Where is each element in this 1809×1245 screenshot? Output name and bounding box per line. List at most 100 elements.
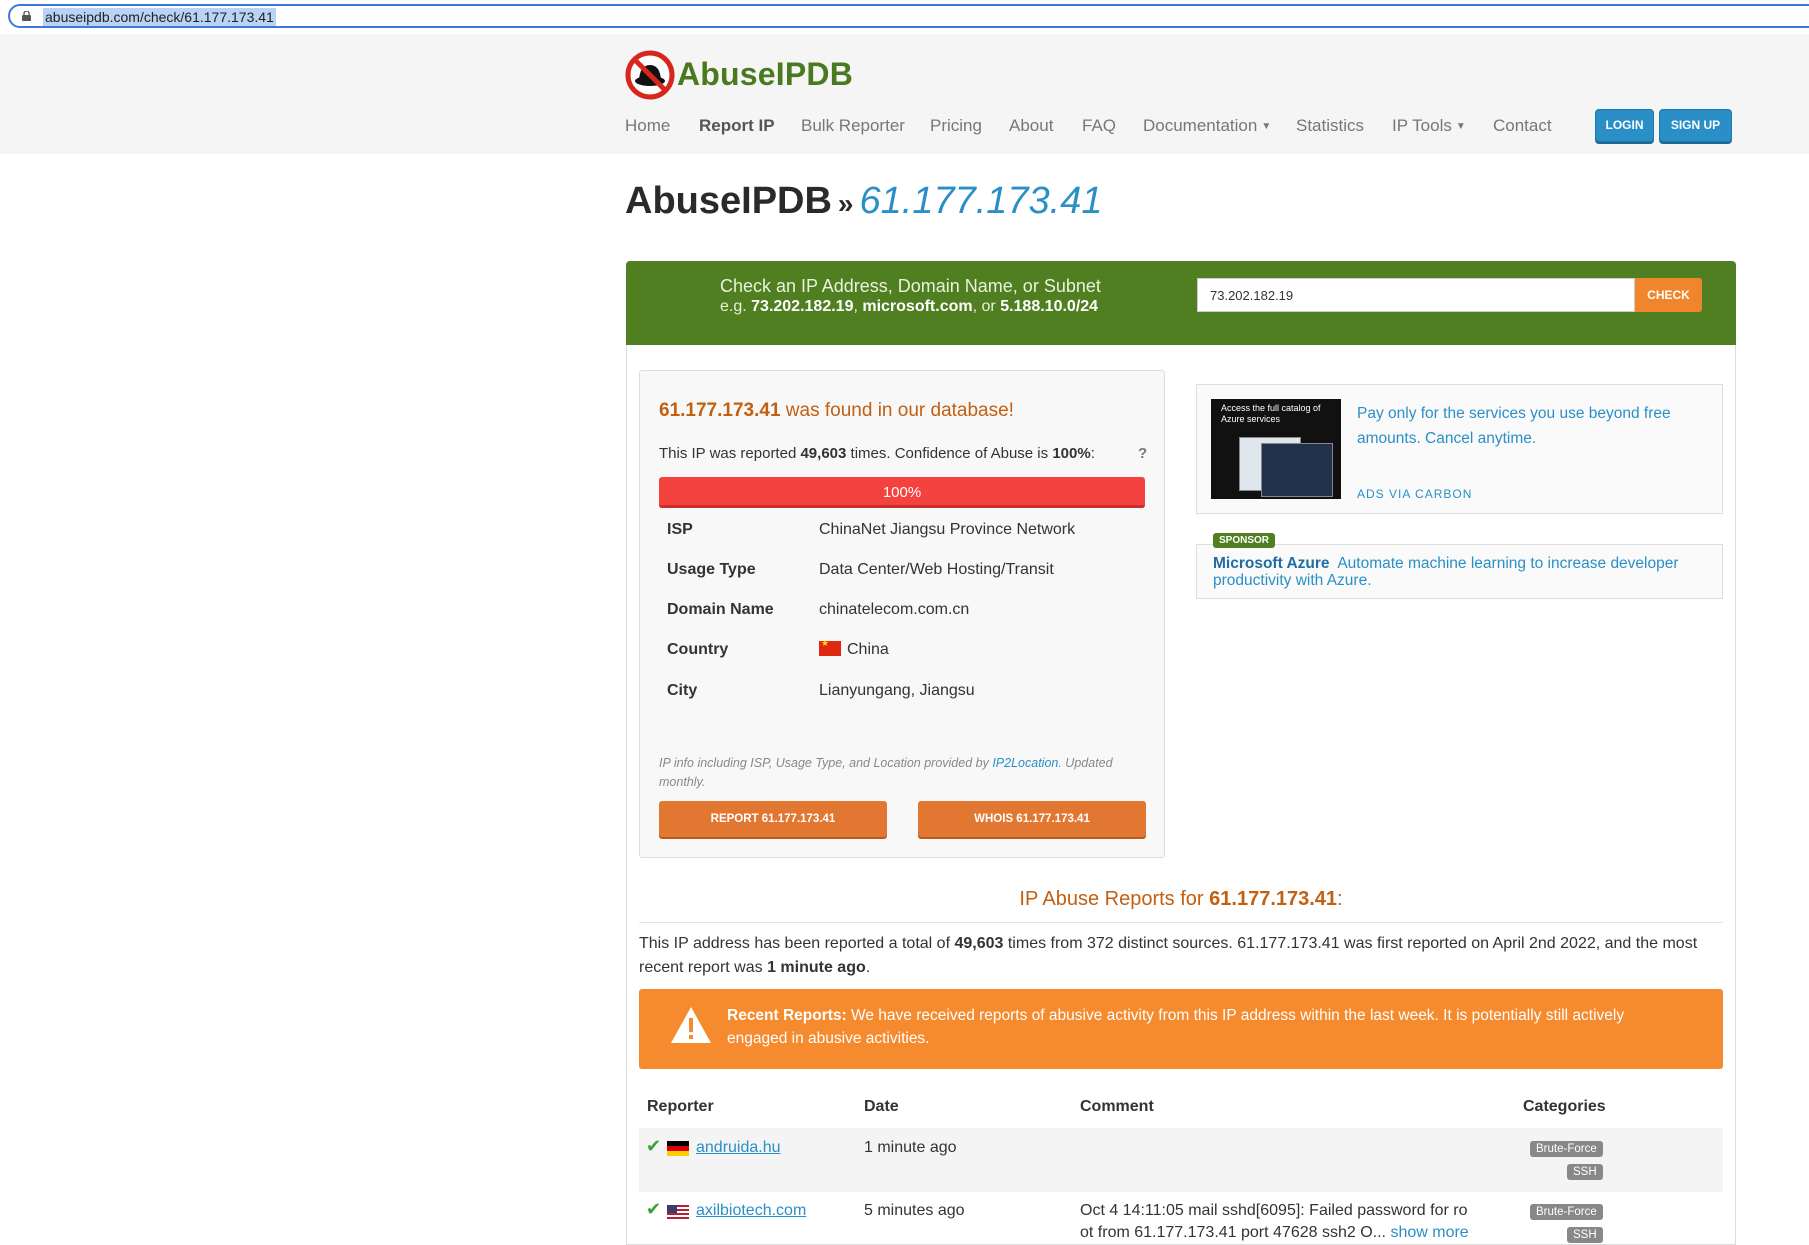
info-row-domain-name: Domain Name chinatelecom.com.cn <box>667 601 1137 641</box>
page-title-site: AbuseIPDB <box>625 180 832 222</box>
divider <box>639 922 1723 923</box>
info-row-usage-type: Usage Type Data Center/Web Hosting/Trans… <box>667 561 1137 601</box>
country-name: China <box>847 641 889 658</box>
example-domain: microsoft.com <box>862 298 973 315</box>
ad-copy[interactable]: Pay only for the services you use beyond… <box>1357 401 1697 451</box>
info-value: chinatelecom.com.cn <box>819 601 970 618</box>
search-input[interactable]: 73.202.182.19 <box>1197 278 1635 312</box>
info-row-city: City Lianyungang, Jiangsu <box>667 682 1137 722</box>
info-row-isp: ISP ChinaNet Jiangsu Province Network <box>667 521 1137 561</box>
found-suffix: was found in our database! <box>785 400 1014 421</box>
example-subnet: 5.188.10.0/24 <box>1000 298 1099 315</box>
confidence-value: 100% <box>1052 445 1091 462</box>
whois-button[interactable]: WHOIS 61.177.173.41 <box>918 801 1146 837</box>
category-badge[interactable]: SSH <box>1567 1164 1603 1180</box>
caret-down-icon: ▼ <box>1261 121 1272 132</box>
nav-pricing[interactable]: Pricing <box>930 116 982 136</box>
reporter-link[interactable]: axilbiotech.com <box>696 1202 806 1220</box>
reports-heading-ip: 61.177.173.41 <box>1209 888 1338 910</box>
report-comment: Oct 4 14:11:05 mail sshd[6095]: Failed p… <box>1080 1202 1468 1219</box>
nav-documentation[interactable]: Documentation ▼ <box>1143 116 1271 136</box>
verified-check-icon: ✔ <box>646 1136 662 1156</box>
info-value: ChinaNet Jiangsu Province Network <box>819 521 1076 538</box>
category-badge[interactable]: Brute-Force <box>1530 1204 1603 1220</box>
summary-a: This IP address has been reported a tota… <box>639 935 951 952</box>
ads-via-carbon-link[interactable]: ADS VIA CARBON <box>1357 487 1472 501</box>
attribution-text: IP info including ISP, Usage Type, and L… <box>659 756 989 770</box>
reports-heading: IP Abuse Reports for 61.177.173.41: <box>626 888 1736 911</box>
nav-statistics[interactable]: Statistics <box>1296 116 1364 136</box>
usa-flag-icon <box>667 1205 689 1220</box>
sponsor-brand: Microsoft Azure <box>1213 555 1330 572</box>
reported-count: 49,603 <box>800 445 847 462</box>
page-title-ip: 61.177.173.41 <box>859 180 1103 222</box>
alert-body: We have received reports of abusive acti… <box>727 1007 1625 1047</box>
recent-reports-alert: Recent Reports: We have received reports… <box>639 989 1723 1069</box>
reported-summary: This IP was reported 49,603 times. Confi… <box>659 445 1095 462</box>
reporter-link[interactable]: andruida.hu <box>696 1139 781 1157</box>
verified-check-icon: ✔ <box>646 1199 662 1219</box>
col-comment: Comment <box>1080 1098 1154 1115</box>
germany-flag-icon <box>667 1141 689 1156</box>
examples-prefix: e.g. <box>720 298 747 315</box>
sponsor-box[interactable]: Microsoft Azure Automate machine learnin… <box>1196 544 1723 599</box>
site-logo-text[interactable]: AbuseIPDB <box>677 56 853 93</box>
alert-text: Recent Reports: We have received reports… <box>727 1004 1687 1050</box>
summary-count: 49,603 <box>954 935 1004 952</box>
warning-icon <box>671 1007 711 1043</box>
data-attribution: IP info including ISP, Usage Type, and L… <box>659 754 1139 792</box>
abuseipdb-logo-icon[interactable] <box>625 50 675 100</box>
carbon-ad[interactable]: Access the full catalog of Azure service… <box>1196 384 1723 514</box>
confidence-bar: 100% <box>659 477 1145 508</box>
summary-end: . <box>865 959 871 976</box>
nav-bulk-reporter[interactable]: Bulk Reporter <box>801 116 905 136</box>
nav-ip-tools[interactable]: IP Tools ▼ <box>1392 116 1466 136</box>
nav-report-ip[interactable]: Report IP <box>699 116 775 136</box>
nav-ip-tools-label: IP Tools <box>1392 116 1452 135</box>
nav-contact[interactable]: Contact <box>1493 116 1552 136</box>
url-text: abuseipdb.com/check/61.177.173.41 <box>43 8 276 26</box>
reports-heading-prefix: IP Abuse Reports for <box>1019 888 1204 910</box>
col-categories: Categories <box>1523 1098 1606 1115</box>
nav-faq[interactable]: FAQ <box>1082 116 1116 136</box>
info-key: Domain Name <box>667 601 774 618</box>
summary-recent: 1 minute ago <box>767 959 866 976</box>
report-ip-button[interactable]: REPORT 61.177.173.41 <box>659 801 887 837</box>
reports-summary: This IP address has been reported a tota… <box>639 932 1729 980</box>
col-date: Date <box>864 1098 899 1115</box>
info-key: Country <box>667 641 729 658</box>
sponsor-text[interactable]: Microsoft Azure Automate machine learnin… <box>1213 555 1713 589</box>
page-title-separator: » <box>837 188 854 219</box>
info-value-country: China <box>819 638 889 659</box>
info-key: Usage Type <box>667 561 756 578</box>
ip2location-link[interactable]: IP2Location <box>992 756 1058 770</box>
category-badge[interactable]: SSH <box>1567 1227 1603 1243</box>
search-examples: e.g. 73.202.182.19, microsoft.com, or 5.… <box>720 298 1099 315</box>
ad-image-text: Access the full catalog of Azure service… <box>1221 403 1321 424</box>
search-heading: Check an IP Address, Domain Name, or Sub… <box>720 276 1101 296</box>
address-bar[interactable]: abuseipdb.com/check/61.177.173.41 <box>8 4 1809 28</box>
login-button[interactable]: LOGIN <box>1595 109 1654 142</box>
found-ip: 61.177.173.41 <box>659 400 781 421</box>
ip-result-card: 61.177.173.41 was found in our database!… <box>639 370 1165 858</box>
reported-mid: times. Confidence of Abuse is <box>850 445 1049 462</box>
alert-bold: Recent Reports: <box>727 1007 847 1024</box>
nav-about[interactable]: About <box>1009 116 1053 136</box>
ad-image[interactable]: Access the full catalog of Azure service… <box>1211 399 1341 499</box>
china-flag-icon <box>819 638 841 656</box>
nav-documentation-label: Documentation <box>1143 116 1258 135</box>
col-reporter: Reporter <box>647 1098 714 1115</box>
search-panel: Check an IP Address, Domain Name, or Sub… <box>626 261 1736 345</box>
reported-prefix: This IP was reported <box>659 445 797 462</box>
check-button[interactable]: CHECK <box>1635 278 1702 312</box>
help-icon[interactable]: ? <box>1138 445 1147 462</box>
category-badge[interactable]: Brute-Force <box>1530 1141 1603 1157</box>
report-comment-cont: ot from 61.177.173.41 port 47628 ssh2 O.… <box>1080 1224 1469 1242</box>
sponsor-badge: SPONSOR <box>1213 533 1276 548</box>
confidence-bar-fill: 100% <box>659 477 1145 508</box>
nav-home[interactable]: Home <box>625 116 670 136</box>
found-message: 61.177.173.41 was found in our database! <box>659 400 1014 422</box>
reports-heading-suffix: : <box>1337 888 1343 910</box>
signup-button[interactable]: SIGN UP <box>1659 109 1732 142</box>
caret-down-icon: ▼ <box>1455 121 1466 132</box>
